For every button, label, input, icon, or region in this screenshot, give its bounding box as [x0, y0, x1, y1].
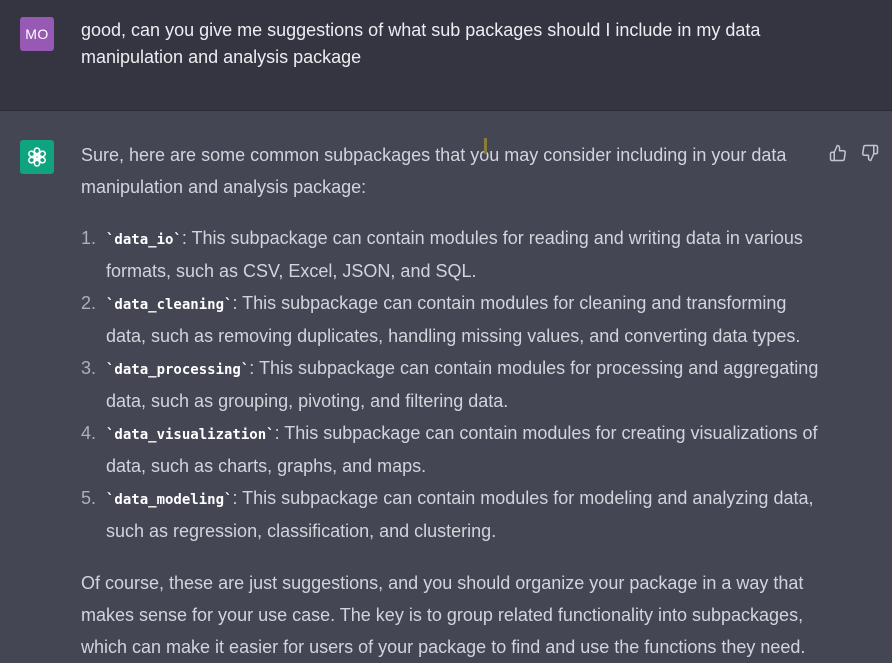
thumbs-up-button[interactable] — [828, 143, 848, 163]
list-item: 2. `data_cleaning`: This subpackage can … — [81, 288, 821, 352]
text-cursor-icon — [484, 138, 487, 154]
user-message: MO good, can you give me suggestions of … — [0, 0, 892, 111]
user-avatar: MO — [20, 17, 54, 51]
list-item-number: 4. — [81, 423, 97, 443]
assistant-outro: Of course, these are just suggestions, a… — [81, 573, 806, 657]
thumbs-down-button[interactable] — [860, 143, 880, 163]
list-item-number: 1. — [81, 228, 97, 248]
assistant-message: Sure, here are some common subpackages t… — [0, 111, 892, 662]
feedback-buttons — [828, 143, 880, 163]
list-item: 3. `data_processing`: This subpackage ca… — [81, 353, 821, 417]
inline-code: `data_io` — [106, 232, 182, 248]
list-item-number: 5. — [81, 488, 97, 508]
inline-code: `data_processing` — [106, 362, 250, 378]
openai-logo-icon — [20, 140, 54, 174]
list-item-number: 3. — [81, 358, 97, 378]
assistant-message-body: Sure, here are some common subpackages t… — [81, 139, 821, 663]
thumbs-down-icon — [862, 144, 879, 162]
list-item-number: 2. — [81, 293, 97, 313]
inline-code: `data_visualization` — [106, 427, 275, 443]
inline-code: `data_cleaning` — [106, 297, 233, 313]
inline-code: `data_modeling` — [106, 492, 233, 508]
suggestion-list: 1. `data_io`: This subpackage can contai… — [81, 223, 821, 547]
list-item-text: : This subpackage can contain modules fo… — [106, 228, 803, 281]
assistant-intro: Sure, here are some common subpackages t… — [81, 145, 787, 197]
list-item: 5. `data_modeling`: This subpackage can … — [81, 483, 821, 547]
list-item: 1. `data_io`: This subpackage can contai… — [81, 223, 821, 287]
thumbs-up-icon — [829, 144, 846, 162]
list-item: 4. `data_visualization`: This subpackage… — [81, 418, 821, 482]
user-message-text: good, can you give me suggestions of wha… — [81, 20, 761, 67]
